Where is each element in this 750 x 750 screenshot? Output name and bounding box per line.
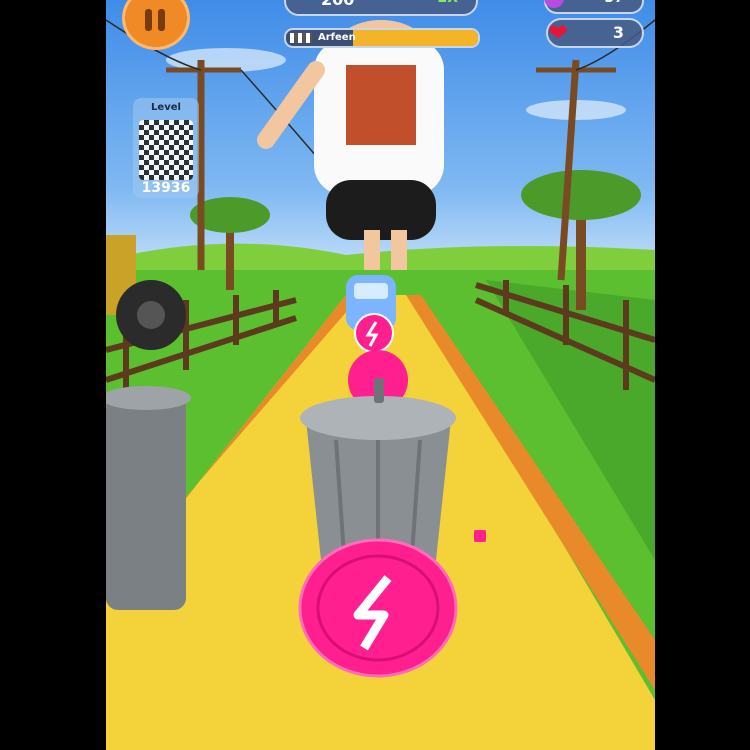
score-value: 200 bbox=[321, 0, 354, 9]
trash-can-center bbox=[300, 378, 456, 560]
checkered-flags-icon bbox=[139, 120, 193, 180]
level-value: 13936 bbox=[141, 180, 191, 196]
pause-icon bbox=[145, 9, 152, 31]
player-name: Arfeen bbox=[318, 32, 356, 43]
progress-bar: Arfeen bbox=[284, 28, 480, 48]
energy-coin bbox=[354, 313, 394, 353]
trash-can-left bbox=[106, 386, 191, 610]
coin-icon bbox=[544, 0, 564, 8]
level-badge: Level 13936 bbox=[133, 98, 199, 198]
game-viewport[interactable]: 200 2X 37 ❤ 3 Arfeen Level 13936 bbox=[106, 0, 655, 750]
runner-character bbox=[257, 20, 444, 270]
score-panel: 200 2X bbox=[284, 0, 478, 16]
coin-count: 37 bbox=[605, 0, 624, 6]
lives-counter: ❤ 3 bbox=[546, 18, 644, 48]
heart-icon: ❤ bbox=[548, 19, 569, 47]
lives-count: 3 bbox=[612, 23, 624, 42]
coin-counter: 37 bbox=[544, 0, 644, 14]
energy-coin bbox=[298, 538, 458, 678]
level-label: Level bbox=[151, 102, 181, 113]
checkered-flag-icon bbox=[290, 33, 312, 43]
progress-fill bbox=[353, 30, 478, 46]
pause-icon bbox=[158, 9, 165, 31]
multiplier-badge: 2X bbox=[437, 0, 458, 6]
energy-coin bbox=[474, 530, 486, 542]
